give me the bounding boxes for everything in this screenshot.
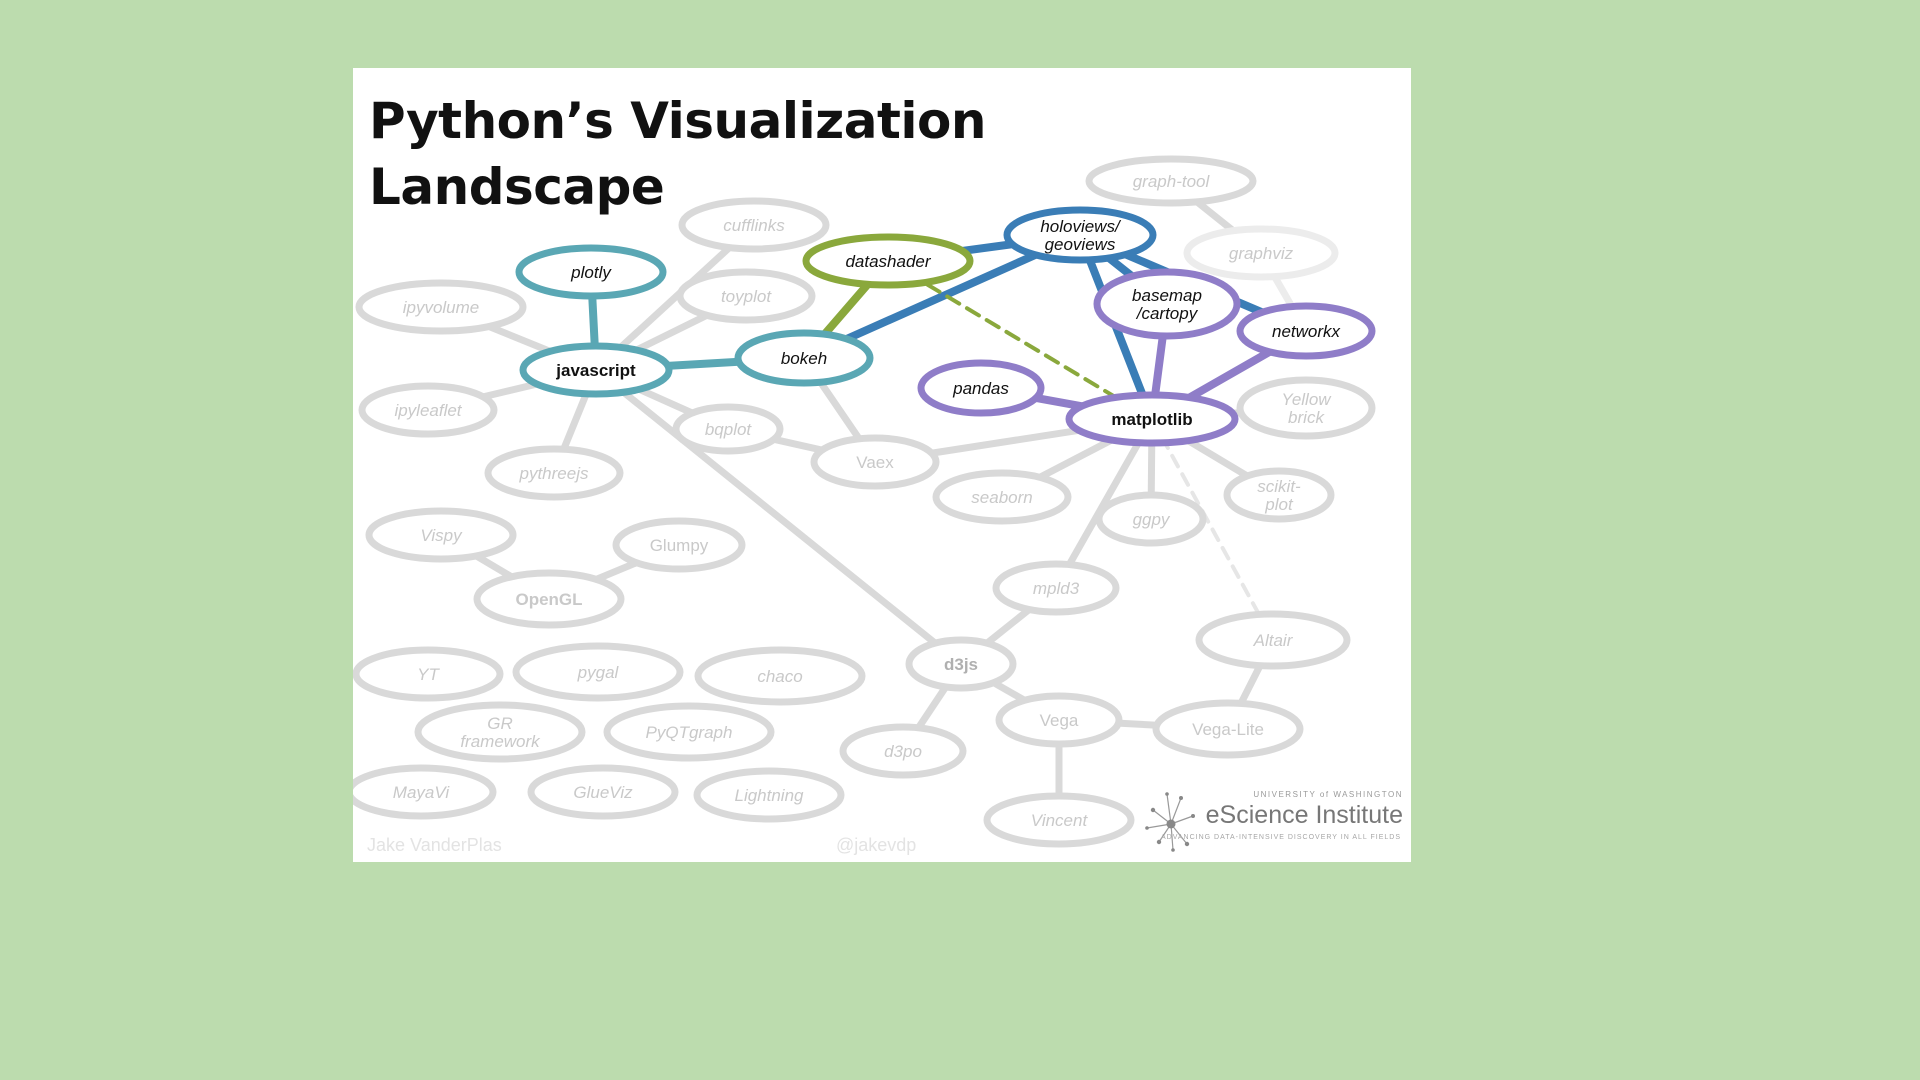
node-plotly: plotly <box>515 244 667 300</box>
node-label-ggpy: ggpy <box>1133 510 1171 529</box>
logo-university: UNIVERSITY of WASHINGTON <box>1253 790 1403 799</box>
node-ggpy: ggpy <box>1095 491 1207 547</box>
escience-logo: UNIVERSITY of WASHINGTON eScience Instit… <box>1143 790 1403 854</box>
node-label-d3po: d3po <box>884 742 922 761</box>
slide: graph-tool graphviz cufflinks plotly ipyvolu… <box>353 68 1411 862</box>
node-label-gr: framework <box>460 732 541 751</box>
node-label-gr: GR <box>487 714 513 733</box>
node-label-toyplot: toyplot <box>721 287 772 306</box>
node-toyplot: toyplot <box>676 268 816 324</box>
node-label-vega: Vega <box>1040 711 1079 730</box>
node-yellowbrick: Yellowbrick <box>1236 376 1376 440</box>
title-line-1: Python’s Visualization <box>369 92 986 150</box>
node-seaborn: seaborn <box>932 469 1072 525</box>
node-label-d3js: d3js <box>944 655 978 674</box>
node-label-yellowbrick: Yellow <box>1281 390 1332 409</box>
node-holoviews: holoviews/geoviews <box>1003 206 1157 264</box>
node-vispy: Vispy <box>365 507 517 563</box>
node-label-lightning: Lightning <box>734 786 804 805</box>
node-label-glueviz: GlueViz <box>573 783 633 802</box>
node-label-basemap: /cartopy <box>1136 304 1199 323</box>
node-scikit-plot: scikit-plot <box>1223 467 1335 523</box>
escience-network-icon <box>1145 792 1195 852</box>
node-label-pandas: pandas <box>952 379 1009 398</box>
node-label-networkx: networkx <box>1272 322 1341 341</box>
node-label-graph-tool: graph-tool <box>1133 172 1211 191</box>
node-label-seaborn: seaborn <box>971 488 1032 507</box>
node-label-yt: YT <box>417 665 440 684</box>
node-bqplot: bqplot <box>672 403 784 455</box>
node-label-altair: Altair <box>1253 631 1294 650</box>
node-chaco: chaco <box>694 646 866 706</box>
node-mayavi: MayaVi <box>353 764 497 820</box>
node-label-mpld3: mpld3 <box>1033 579 1080 598</box>
node-label-mayavi: MayaVi <box>393 783 451 802</box>
node-label-plotly: plotly <box>570 263 612 282</box>
node-graph-tool: graph-tool <box>1085 155 1257 207</box>
node-label-vispy: Vispy <box>420 526 463 545</box>
node-glueviz: GlueViz <box>527 764 679 820</box>
node-label-yellowbrick: brick <box>1288 408 1325 427</box>
node-label-vaex: Vaex <box>856 453 894 472</box>
node-pythreejs: pythreejs <box>484 445 624 501</box>
node-label-bqplot: bqplot <box>705 420 753 439</box>
node-ipyvolume: ipyvolume <box>355 279 527 335</box>
node-label-matplotlib: matplotlib <box>1111 410 1192 429</box>
node-gr: GRframework <box>414 701 586 763</box>
node-d3js: d3js <box>905 636 1017 692</box>
author-credit: Jake VanderPlas <box>367 835 502 855</box>
logo-tagline: ADVANCING DATA-INTENSIVE DISCOVERY IN AL… <box>1160 834 1401 841</box>
node-vega-lite: Vega-Lite <box>1152 699 1304 759</box>
node-pygal: pygal <box>512 642 684 702</box>
node-label-scikit-plot: scikit- <box>1257 477 1301 496</box>
node-lightning: Lightning <box>693 767 845 823</box>
node-label-graphviz: graphviz <box>1229 244 1294 263</box>
twitter-handle: @jakevdp <box>836 835 917 855</box>
node-vaex: Vaex <box>810 434 940 490</box>
node-label-holoviews: holoviews/ <box>1040 217 1122 236</box>
node-label-basemap: basemap <box>1132 286 1202 305</box>
node-altair: Altair <box>1195 610 1351 670</box>
node-networkx: networkx <box>1236 302 1376 360</box>
node-label-ipyleaflet: ipyleaflet <box>394 401 462 420</box>
node-label-vega-lite: Vega-Lite <box>1192 720 1264 739</box>
node-label-datashader: datashader <box>845 252 931 271</box>
node-bokeh: bokeh <box>734 329 874 387</box>
node-label-chaco: chaco <box>757 667 802 686</box>
nodes-layer: graph-toolgraphvizcufflinksplotlyipyvolu… <box>353 155 1376 848</box>
node-label-pyqtgraph: PyQTgraph <box>646 723 733 742</box>
node-label-pythreejs: pythreejs <box>519 464 589 483</box>
node-label-pygal: pygal <box>577 663 620 682</box>
node-vega: Vega <box>995 692 1123 748</box>
node-label-vincent: Vincent <box>1031 811 1089 830</box>
node-graphviz: graphviz <box>1183 225 1339 281</box>
node-datashader: datashader <box>802 233 974 289</box>
node-vincent: Vincent <box>983 792 1135 848</box>
node-pandas: pandas <box>917 359 1045 417</box>
node-pyqtgraph: PyQTgraph <box>603 702 775 762</box>
node-label-javascript: javascript <box>555 361 636 380</box>
node-label-bokeh: bokeh <box>781 349 827 368</box>
node-label-holoviews: geoviews <box>1045 235 1116 254</box>
page-title: Python’s Visualization Landscape <box>369 88 986 220</box>
node-ipyleaflet: ipyleaflet <box>358 382 498 438</box>
edge-javascript-d3js <box>592 366 965 668</box>
logo-name: eScience Institute <box>1205 801 1403 829</box>
node-mpld3: mpld3 <box>992 560 1120 616</box>
node-yt: YT <box>353 646 504 702</box>
node-basemap: basemap/cartopy <box>1093 268 1241 340</box>
node-label-ipyvolume: ipyvolume <box>403 298 480 317</box>
node-label-scikit-plot: plot <box>1264 495 1294 514</box>
node-glumpy: Glumpy <box>612 517 746 573</box>
node-matplotlib: matplotlib <box>1065 391 1239 447</box>
node-label-glumpy: Glumpy <box>650 536 709 555</box>
node-opengl: OpenGL <box>473 569 625 629</box>
title-line-2: Landscape <box>369 158 665 216</box>
node-javascript: javascript <box>519 342 673 398</box>
node-label-opengl: OpenGL <box>515 590 582 609</box>
node-d3po: d3po <box>839 723 967 779</box>
